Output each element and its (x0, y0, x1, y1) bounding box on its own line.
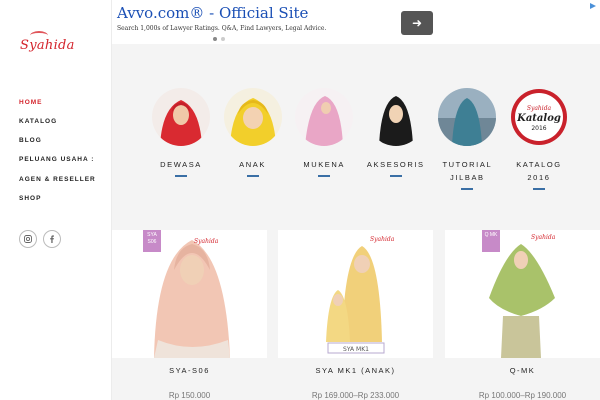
category-underline (461, 188, 474, 190)
category-tutorial-jilbab[interactable]: TUTORIAL JILBAB (436, 88, 498, 190)
category-image-mukena (295, 88, 354, 146)
sidebar: Syahida HOME KATALOG BLOG PELUANG USAHA … (0, 0, 112, 400)
category-underline (175, 175, 187, 177)
ad-banner[interactable]: Avvo.com® - Official Site Search 1,000s … (112, 0, 600, 44)
nav-item-katalog[interactable]: KATALOG (19, 117, 96, 127)
category-image-anak (223, 88, 282, 146)
product-price: Rp 169.000–Rp 233.000 (311, 391, 400, 400)
social-links (19, 230, 61, 248)
product-image-caption: SYA MK1 (343, 346, 369, 353)
page: Syahida HOME KATALOG BLOG PELUANG USAHA … (0, 0, 600, 400)
product-brand-logo: Syahida (370, 236, 395, 243)
category-katalog-2016[interactable]: Syahida Katalog 2016 KATALOG 2016 (508, 88, 570, 190)
category-label-line2: JILBAB (450, 173, 485, 182)
ad-title[interactable]: Avvo.com® - Official Site (117, 4, 308, 22)
category-image-dewasa (152, 88, 210, 146)
category-list: DEWASA ANAK MUKENA AKSESORIS TUTORIAL JI… (150, 88, 570, 190)
katalog-badge-year: 2016 (531, 125, 546, 132)
product-name[interactable]: SYA-S06 (112, 366, 267, 375)
category-label-line1: KATALOG (516, 160, 562, 169)
nav-item-peluang-usaha[interactable]: PELUANG USAHA : AGEN & RESELLER (19, 155, 96, 185)
category-underline (246, 175, 259, 177)
ad-dot[interactable] (221, 37, 225, 41)
product-name[interactable]: SYA MK1 (ANAK) (278, 366, 433, 375)
main-nav: HOME KATALOG BLOG PELUANG USAHA : AGEN &… (19, 98, 96, 213)
arrow-right-icon: ➜ (411, 16, 423, 30)
ad-info-icon[interactable] (588, 2, 598, 10)
site-logo[interactable]: Syahida (20, 38, 75, 53)
product-image[interactable]: Q MK Syahida (445, 230, 600, 358)
nav-item-home[interactable]: HOME (19, 98, 96, 108)
katalog-badge-title: Katalog (516, 113, 561, 124)
category-underline (318, 175, 331, 177)
category-label-aksesoris: AKSESORIS (366, 160, 425, 169)
product-brand-logo: Syahida (531, 234, 556, 241)
product-price: Rp 100.000–Rp 190.000 (478, 391, 567, 400)
nav-item-peluang-label: PELUANG USAHA : (19, 156, 95, 163)
product-card-q-mk[interactable]: Q MK Syahida Q-MK Rp 100.000–Rp 190.000 (445, 230, 600, 400)
ad-subtitle: Search 1,000s of Lawyer Ratings. Q&A, Fi… (117, 25, 327, 32)
category-label-line2: 2016 (527, 173, 551, 182)
category-label-dewasa: DEWASA (160, 160, 202, 169)
category-image-katalog-2016: Syahida Katalog 2016 (510, 88, 568, 146)
nav-item-peluang-sub: AGEN & RESELLER (19, 176, 96, 183)
category-label-anak: ANAK (239, 160, 266, 169)
product-name[interactable]: Q-MK (445, 366, 600, 375)
product-image[interactable]: SYA MK1 Syahida (278, 230, 433, 358)
product-card-sya-s06[interactable]: SYA S06 Syahida SYA-S06 Rp 150.000 (112, 230, 267, 400)
product-card-sya-mk1-anak[interactable]: SYA MK1 Syahida SYA MK1 (ANAK) Rp 169.00… (278, 230, 433, 400)
nav-item-blog[interactable]: BLOG (19, 136, 96, 146)
category-anak[interactable]: ANAK (222, 88, 284, 190)
category-underline (389, 175, 402, 177)
nav-item-shop[interactable]: SHOP (19, 194, 96, 204)
ad-arrow-button[interactable]: ➜ (401, 11, 433, 35)
category-image-aksesoris (366, 88, 425, 146)
category-mukena[interactable]: MUKENA (293, 88, 355, 190)
facebook-icon[interactable] (43, 230, 61, 248)
katalog-badge-brand: Syahida (527, 105, 552, 112)
product-image[interactable]: SYA S06 Syahida (112, 230, 267, 358)
product-tag: Q MK (482, 230, 500, 252)
category-aksesoris[interactable]: AKSESORIS (365, 88, 427, 190)
category-dewasa[interactable]: DEWASA (150, 88, 212, 190)
product-grid: SYA S06 Syahida SYA-S06 Rp 150.000 SYA M… (112, 230, 600, 400)
product-tag: SYA S06 (143, 230, 161, 252)
category-label-tutorial: TUTORIAL JILBAB (442, 158, 492, 184)
category-image-tutorial-jilbab (438, 88, 497, 146)
product-brand-logo: Syahida (194, 238, 219, 245)
instagram-icon[interactable] (19, 230, 37, 248)
category-label-line1: TUTORIAL (442, 160, 493, 169)
product-price: Rp 150.000 (168, 391, 211, 400)
ad-pagination (213, 37, 225, 41)
ad-dot-active[interactable] (213, 37, 217, 41)
category-label-mukena: MUKENA (303, 160, 346, 169)
category-label-katalog: KATALOG 2016 (516, 158, 562, 184)
category-underline (532, 188, 545, 190)
